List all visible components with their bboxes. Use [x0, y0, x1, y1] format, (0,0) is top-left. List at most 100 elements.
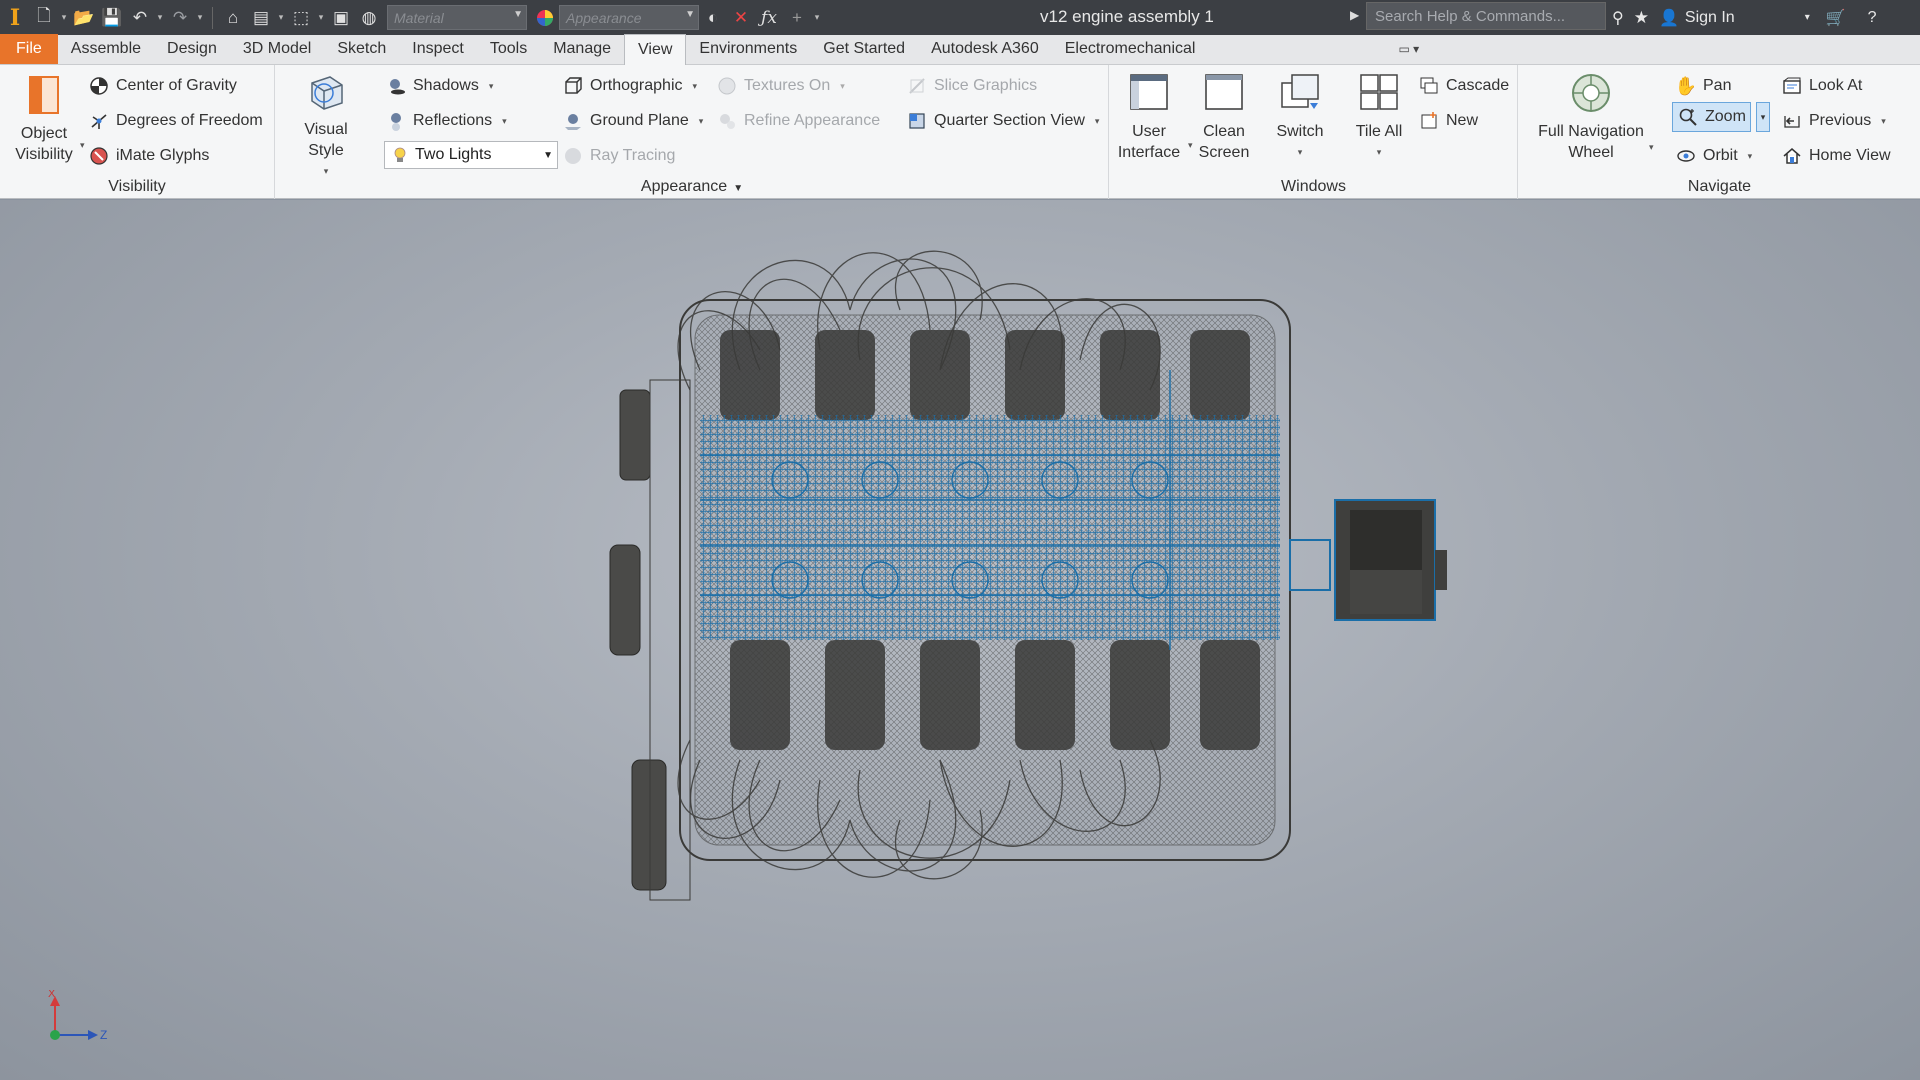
new-file-icon[interactable]: 🗋 [30, 4, 58, 32]
orthographic-button[interactable]: Orthographic ▾ [562, 72, 697, 100]
reflections-button[interactable]: Reflections ▾ [385, 107, 507, 135]
material-placeholder: Material [394, 9, 444, 26]
clear-appearance-icon[interactable]: ✕ [727, 4, 755, 32]
user-interface-button[interactable]: User Interface [1116, 71, 1182, 163]
ray-tracing-button[interactable]: Ray Tracing [562, 142, 675, 170]
appearance-select[interactable]: Appearance ▼ [559, 5, 699, 30]
imate-glyphs-label: iMate Glyphs [116, 147, 210, 164]
function-fx-icon[interactable]: ƒx [755, 4, 783, 32]
slice-graphics-button[interactable]: Slice Graphics [906, 72, 1037, 100]
user-interface-caret-icon[interactable]: ▾ [1188, 140, 1193, 151]
clean-screen-button[interactable]: Clean Screen [1194, 71, 1254, 163]
save-icon[interactable]: 💾 [98, 4, 126, 32]
customize-qat-icon[interactable]: ▾ [811, 12, 823, 23]
z-axis-label: Z [100, 1028, 107, 1042]
plus-icon[interactable]: + [783, 4, 811, 32]
update-icon[interactable]: ▣ [327, 4, 355, 32]
tab-3d-model[interactable]: 3D Model [230, 34, 324, 64]
tab-manage[interactable]: Manage [540, 34, 624, 64]
open-folder-icon[interactable]: 📂 [70, 4, 98, 32]
print-caret-icon[interactable]: ▾ [275, 12, 287, 23]
print-icon[interactable]: ▤ [247, 4, 275, 32]
object-visibility-label-2: Visibility [15, 146, 73, 163]
graphics-viewport[interactable]: X Z [0, 200, 1920, 1080]
windows-panel: User Interface ▾ Clean Screen Switch ▾ T… [1110, 65, 1518, 199]
imate-glyphs-button[interactable]: iMate Glyphs [88, 142, 209, 170]
help-icon[interactable]: ? [1868, 9, 1877, 27]
redo-icon[interactable]: ↷ [166, 4, 194, 32]
sign-in-caret-icon[interactable]: ▾ [1805, 12, 1810, 23]
previous-view-button[interactable]: Previous ▾ [1781, 107, 1886, 135]
chevron-right-icon[interactable]: ▶ [1350, 8, 1359, 22]
textures-on-button[interactable]: Textures On ▾ [716, 72, 845, 100]
zoom-dropdown-button[interactable]: ▾ [1756, 102, 1770, 132]
object-visibility-label-1: Object [20, 125, 68, 142]
undo-icon[interactable]: ↶ [126, 4, 154, 32]
new-caret-icon[interactable]: ▾ [58, 12, 70, 23]
adjust-appearance-icon[interactable]: ◐ [699, 4, 727, 32]
tab-sketch[interactable]: Sketch [324, 34, 399, 64]
reflections-icon [385, 110, 407, 132]
look-at-button[interactable]: Look At [1781, 72, 1862, 100]
tab-environments[interactable]: Environments [686, 34, 810, 64]
light-bulb-icon [389, 144, 411, 166]
tab-assemble[interactable]: Assemble [58, 34, 154, 64]
tab-tools[interactable]: Tools [477, 34, 540, 64]
visibility-panel: Object Visibility ▾ Center of Gravity De… [0, 65, 275, 199]
object-visibility-caret-icon[interactable]: ▾ [80, 140, 85, 151]
ground-plane-button[interactable]: Ground Plane ▾ [562, 107, 703, 135]
windows-panel-label: Windows [1281, 178, 1346, 195]
appearance-panel-label-text: Appearance [640, 178, 728, 195]
home-icon[interactable]: ⌂ [219, 4, 247, 32]
user-icon: 👤 [1658, 9, 1679, 27]
home-view-icon [1781, 145, 1803, 167]
shadows-button[interactable]: Shadows ▾ [385, 72, 493, 100]
home-view-button[interactable]: Home View [1781, 142, 1891, 170]
zoom-button[interactable]: Zoom [1672, 102, 1751, 132]
globe-icon[interactable]: ◍ [355, 4, 383, 32]
redo-caret-icon[interactable]: ▾ [194, 12, 206, 23]
tab-view[interactable]: View [624, 34, 687, 65]
select-icon[interactable]: ⬚ [287, 4, 315, 32]
tab-inspect[interactable]: Inspect [399, 34, 477, 64]
binoculars-icon[interactable]: ⚲ [1612, 8, 1624, 28]
degrees-of-freedom-button[interactable]: Degrees of Freedom [88, 107, 263, 135]
star-icon[interactable]: ★ [1634, 8, 1649, 28]
full-navigation-wheel-button[interactable]: Full Navigation Wheel [1531, 71, 1651, 163]
visual-style-button[interactable]: Visual Style ▾ [286, 69, 366, 182]
material-select[interactable]: Material ▼ [387, 5, 527, 30]
degrees-of-freedom-label: Degrees of Freedom [116, 112, 263, 129]
tab-get-started[interactable]: Get Started [810, 34, 918, 64]
search-input[interactable]: Search Help & Commands... [1366, 2, 1606, 30]
center-of-gravity-button[interactable]: Center of Gravity [88, 72, 237, 100]
quarter-section-view-button[interactable]: Quarter Section View ▾ [906, 107, 1099, 135]
x-axis-label: X [48, 990, 56, 1000]
refine-appearance-button[interactable]: Refine Appearance [716, 107, 880, 135]
tab-electromechanical[interactable]: Electromechanical [1052, 34, 1209, 64]
new-window-button[interactable]: New [1418, 107, 1478, 135]
switch-label: Switch [1276, 123, 1324, 140]
pan-button[interactable]: ✋ Pan [1675, 72, 1732, 100]
engine-wireframe-model[interactable] [0, 200, 1920, 1080]
undo-caret-icon[interactable]: ▾ [154, 12, 166, 23]
sign-in-label: Sign In [1684, 8, 1735, 26]
ground-plane-icon [562, 110, 584, 132]
tab-file[interactable]: File [0, 34, 58, 64]
cart-icon[interactable]: 🛒 [1826, 8, 1846, 28]
inventor-logo-icon[interactable]: I [0, 0, 30, 35]
orbit-button[interactable]: Orbit ▾ [1675, 142, 1752, 170]
nav-wheel-caret-icon[interactable]: ▾ [1649, 142, 1654, 153]
lighting-style-select[interactable]: Two Lights ▼ [384, 141, 558, 169]
switch-button[interactable]: Switch ▾ [1270, 71, 1330, 163]
ribbon-display-toggle-icon[interactable]: ▭ ▾ [1398, 34, 1419, 64]
sign-in-button[interactable]: 👤 Sign In [1659, 8, 1735, 28]
appearance-panel-label[interactable]: Appearance ▼ [276, 178, 1108, 196]
select-caret-icon[interactable]: ▾ [315, 12, 327, 23]
chevron-down-icon: ▾ [1760, 111, 1766, 122]
cascade-button[interactable]: Cascade [1418, 72, 1509, 100]
tab-design[interactable]: Design [154, 34, 230, 64]
object-visibility-button[interactable]: Object Visibility [10, 73, 78, 165]
tab-autodesk-a360[interactable]: Autodesk A360 [918, 34, 1052, 64]
tile-all-button[interactable]: Tile All ▾ [1346, 71, 1412, 163]
appearance-sphere-icon[interactable] [531, 4, 559, 32]
